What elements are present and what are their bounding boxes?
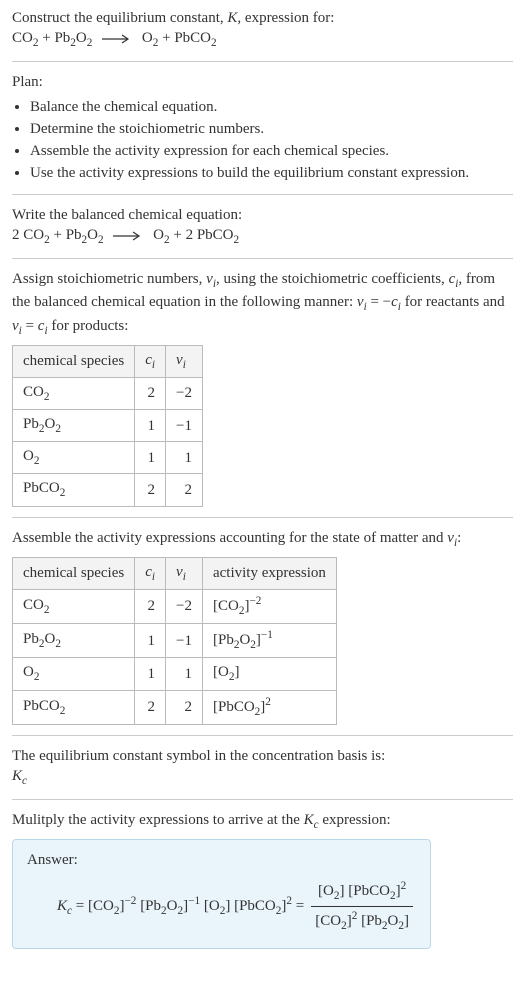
table-row: O2 1 1 xyxy=(13,442,203,474)
intro-k: K xyxy=(227,10,237,26)
balanced-equation: 2 CO2 + Pb2O2 O2 + 2 PbCO2 xyxy=(12,225,513,248)
intro-line: Construct the equilibrium constant, K, e… xyxy=(12,8,513,28)
activity-intro: Assemble the activity expressions accoun… xyxy=(12,528,513,551)
col-ci: ci xyxy=(135,557,166,589)
multiply-intro: Mulitply the activity expressions to arr… xyxy=(12,810,513,833)
col-species: chemical species xyxy=(13,557,135,589)
activity-section: Assemble the activity expressions accoun… xyxy=(12,517,513,725)
col-nui: νi xyxy=(166,345,203,377)
stoich-intro: Assign stoichiometric numbers, νi, using… xyxy=(12,269,513,339)
stoich-section: Assign stoichiometric numbers, νi, using… xyxy=(12,258,513,507)
table-header-row: chemical species ci νi xyxy=(13,345,203,377)
answer-box: Answer: Kc = [CO2]−2 [Pb2O2]−1 [O2] [PbC… xyxy=(12,839,431,949)
stoich-table: chemical species ci νi CO2 2 −2 Pb2O2 1 … xyxy=(12,345,203,507)
col-nui: νi xyxy=(166,557,203,589)
activity-table: chemical species ci νi activity expressi… xyxy=(12,557,337,725)
kc-symbol: Kc xyxy=(12,766,513,789)
table-row: Pb2O2 1 −1 [Pb2O2]−1 xyxy=(13,624,337,658)
col-species: chemical species xyxy=(13,345,135,377)
intro-text-a: Construct the equilibrium constant, xyxy=(12,10,227,26)
plan-item: Determine the stoichiometric numbers. xyxy=(30,119,513,139)
plan-item: Balance the chemical equation. xyxy=(30,97,513,117)
col-activity: activity expression xyxy=(202,557,336,589)
plan-item: Assemble the activity expression for eac… xyxy=(30,141,513,161)
col-ci: ci xyxy=(135,345,166,377)
table-row: O2 1 1 [O2] xyxy=(13,658,337,690)
multiply-section: Mulitply the activity expressions to arr… xyxy=(12,799,513,949)
symbol-section: The equilibrium constant symbol in the c… xyxy=(12,735,513,789)
table-row: Pb2O2 1 −1 xyxy=(13,410,203,442)
table-header-row: chemical species ci νi activity expressi… xyxy=(13,557,337,589)
answer-label: Answer: xyxy=(27,850,416,870)
unbalanced-equation: CO2 + Pb2O2 O2 + PbCO2 xyxy=(12,28,513,51)
symbol-text: The equilibrium constant symbol in the c… xyxy=(12,746,513,766)
table-row: PbCO2 2 2 [PbCO2]2 xyxy=(13,690,337,724)
answer-expression: Kc = [CO2]−2 [Pb2O2]−1 [O2] [PbCO2]2 = [… xyxy=(27,879,416,934)
balanced-title: Write the balanced chemical equation: xyxy=(12,205,513,225)
plan-title: Plan: xyxy=(12,72,513,92)
answer-fraction: [O2] [PbCO2]2 [CO2]2 [Pb2O2] xyxy=(311,879,413,934)
table-row: PbCO2 2 2 xyxy=(13,474,203,506)
plan-item: Use the activity expressions to build th… xyxy=(30,163,513,183)
balanced-section: Write the balanced chemical equation: 2 … xyxy=(12,194,513,248)
reaction-arrow-icon xyxy=(113,231,143,241)
plan-list: Balance the chemical equation. Determine… xyxy=(12,97,513,184)
table-row: CO2 2 −2 xyxy=(13,377,203,409)
table-row: CO2 2 −2 [CO2]−2 xyxy=(13,590,337,624)
intro-section: Construct the equilibrium constant, K, e… xyxy=(12,8,513,51)
intro-text-b: , expression for: xyxy=(237,10,334,26)
reaction-arrow-icon xyxy=(102,34,132,44)
plan-section: Plan: Balance the chemical equation. Det… xyxy=(12,61,513,183)
